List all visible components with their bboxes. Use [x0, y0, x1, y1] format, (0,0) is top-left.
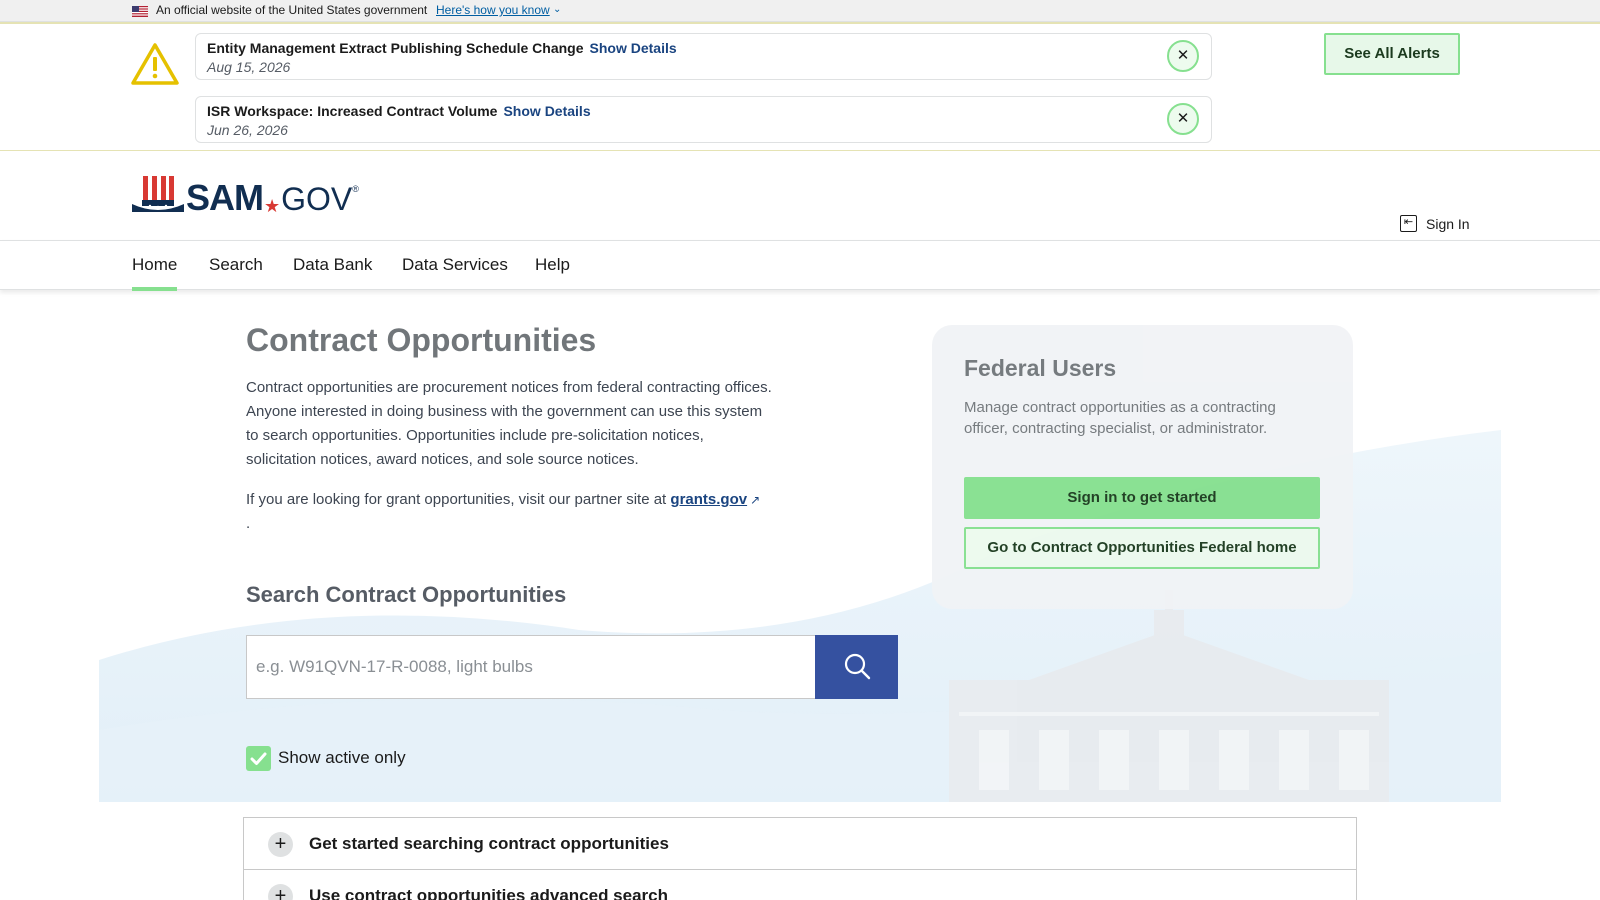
show-active-only-checkbox[interactable] — [246, 746, 271, 771]
close-icon: ✕ — [1176, 110, 1190, 127]
search-input[interactable] — [246, 635, 816, 699]
sign-in-icon: ⇤ — [1400, 215, 1417, 232]
sign-in-button[interactable]: ⇤ Sign In — [1400, 215, 1470, 232]
intro-paragraph: Contract opportunities are procurement n… — [246, 379, 772, 468]
page-title: Contract Opportunities — [246, 322, 597, 358]
federal-users-title: Federal Users — [964, 355, 1117, 381]
main-nav: Home Search Data Bank Data Services Help — [0, 240, 1600, 291]
uncle-sam-hat-icon — [132, 176, 184, 212]
logo-star-icon: ★ — [264, 196, 281, 216]
grant-paragraph: If you are looking for grant opportuniti… — [246, 488, 776, 536]
gov-banner: An official website of the United States… — [0, 0, 1600, 22]
alert-card: Entity Management Extract Publishing Sch… — [195, 33, 1212, 80]
accordion-item[interactable]: + Use contract opportunities advanced se… — [244, 870, 1356, 900]
show-active-only-label[interactable]: Show active only — [278, 748, 406, 768]
show-details-link[interactable]: Show Details — [590, 40, 677, 56]
show-details-link[interactable]: Show Details — [503, 103, 590, 119]
close-alert-button[interactable]: ✕ — [1167, 40, 1199, 72]
accordion-item[interactable]: + Get started searching contract opportu… — [244, 818, 1356, 870]
logo-sam-text: SAM — [186, 177, 264, 218]
grants-gov-link[interactable]: grants.gov — [670, 491, 747, 508]
alert-date: Aug 15, 2026 — [207, 59, 291, 75]
help-accordion: + Get started searching contract opportu… — [243, 817, 1357, 900]
alert-title: ISR Workspace: Increased Contract Volume… — [207, 103, 591, 119]
nav-item-help[interactable]: Help — [535, 255, 570, 275]
federal-users-card: Federal Users Manage contract opportunit… — [932, 325, 1353, 609]
accordion-item-label: Get started searching contract opportuni… — [309, 834, 669, 853]
alert-title: Entity Management Extract Publishing Sch… — [207, 40, 677, 56]
alert-card: ISR Workspace: Increased Contract Volume… — [195, 96, 1212, 143]
grant-text: If you are looking for grant opportuniti… — [246, 491, 667, 508]
sam-logo[interactable]: SAM ★ GOV ® — [132, 172, 359, 216]
close-icon: ✕ — [1176, 47, 1190, 64]
federal-users-description: Manage contract opportunities as a contr… — [964, 399, 1276, 437]
sign-in-to-get-started-button[interactable]: Sign in to get started — [964, 477, 1320, 519]
search-icon — [844, 653, 870, 679]
nav-item-home[interactable]: Home — [132, 255, 178, 291]
federal-home-button[interactable]: Go to Contract Opportunities Federal hom… — [964, 527, 1320, 569]
nav-item-data-bank[interactable]: Data Bank — [293, 255, 372, 275]
plus-icon: + — [268, 832, 293, 857]
nav-item-data-services[interactable]: Data Services — [402, 255, 508, 275]
sign-in-label: Sign In — [1426, 215, 1470, 232]
alert-title-text: Entity Management Extract Publishing Sch… — [207, 40, 584, 56]
alert-date: Jun 26, 2026 — [207, 122, 288, 138]
alert-title-text: ISR Workspace: Increased Contract Volume — [207, 103, 498, 119]
logo-gov-text: GOV — [281, 181, 353, 217]
search-button[interactable] — [815, 635, 898, 699]
gov-banner-text: An official website of the United States… — [156, 3, 428, 17]
external-link-icon: ↗ — [750, 493, 761, 507]
registered-mark-icon: ® — [352, 184, 359, 194]
warning-triangle-icon — [131, 43, 179, 85]
checkmark-icon — [250, 752, 267, 765]
chevron-down-icon[interactable]: ⌄ — [553, 4, 561, 15]
alerts-section: Entity Management Extract Publishing Sch… — [0, 22, 1600, 151]
grant-suffix: . — [246, 515, 251, 532]
us-flag-icon — [132, 6, 148, 17]
accordion-item-label: Use contract opportunities advanced sear… — [309, 886, 668, 900]
nav-item-search[interactable]: Search — [209, 255, 263, 275]
see-all-alerts-button[interactable]: See All Alerts — [1324, 33, 1460, 75]
heres-how-you-know-link[interactable]: Here's how you know — [436, 3, 550, 17]
search-heading: Search Contract Opportunities — [246, 582, 567, 607]
plus-icon: + — [268, 884, 293, 900]
close-alert-button[interactable]: ✕ — [1167, 103, 1199, 135]
